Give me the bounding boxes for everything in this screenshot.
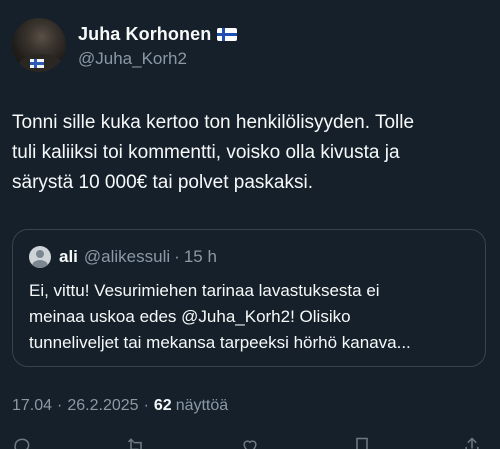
bookmark-icon[interactable] <box>352 436 372 449</box>
views-count[interactable]: 62 <box>154 397 172 415</box>
finland-flag-icon <box>217 28 238 41</box>
author-handle[interactable]: @Juha_Korh2 <box>78 49 237 69</box>
quoted-handle: @alikessuli <box>83 247 171 266</box>
tweet-detail: Juha Korhonen @Juha_Korh2 Tonni sille ku… <box>0 0 500 449</box>
reply-icon[interactable] <box>12 436 32 449</box>
quoted-avatar-icon <box>29 246 51 268</box>
meta-separator: · <box>57 397 63 414</box>
tweet-header: Juha Korhonen @Juha_Korh2 <box>12 18 238 72</box>
quoted-separator: · <box>174 247 180 266</box>
share-icon[interactable] <box>462 436 482 449</box>
quoted-display-name: ali <box>59 247 78 266</box>
avatar-flag-patch <box>30 59 44 68</box>
quoted-tweet-text: Ei, vittu! Vesurimiehen tarinaa lavastuk… <box>29 281 411 352</box>
author-avatar[interactable] <box>12 18 66 72</box>
quoted-timestamp: 15 h <box>183 247 217 266</box>
action-bar <box>0 432 500 449</box>
tweet-time[interactable]: 17.04 <box>12 397 52 415</box>
retweet-icon[interactable] <box>126 436 146 449</box>
quoted-tweet-header: ali @alikessuli · 15 h <box>29 246 217 268</box>
tweet-meta: 17.04 · 26.2.2025 · 62 näyttöä <box>12 397 228 415</box>
meta-separator-2: · <box>143 397 149 414</box>
author-display-name[interactable]: Juha Korhonen <box>78 24 211 45</box>
display-name-row: Juha Korhonen <box>78 24 238 45</box>
like-icon[interactable] <box>240 436 260 449</box>
tweet-text: Tonni sille kuka kertoo ton henkilölisyy… <box>12 112 415 193</box>
author-names: Juha Korhonen @Juha_Korh2 <box>78 24 238 69</box>
quoted-tweet[interactable]: ali @alikessuli · 15 h Ei, vittu! Vesuri… <box>12 229 486 367</box>
tweet-date[interactable]: 26.2.2025 <box>67 397 138 415</box>
views-label: näyttöä <box>175 397 229 414</box>
